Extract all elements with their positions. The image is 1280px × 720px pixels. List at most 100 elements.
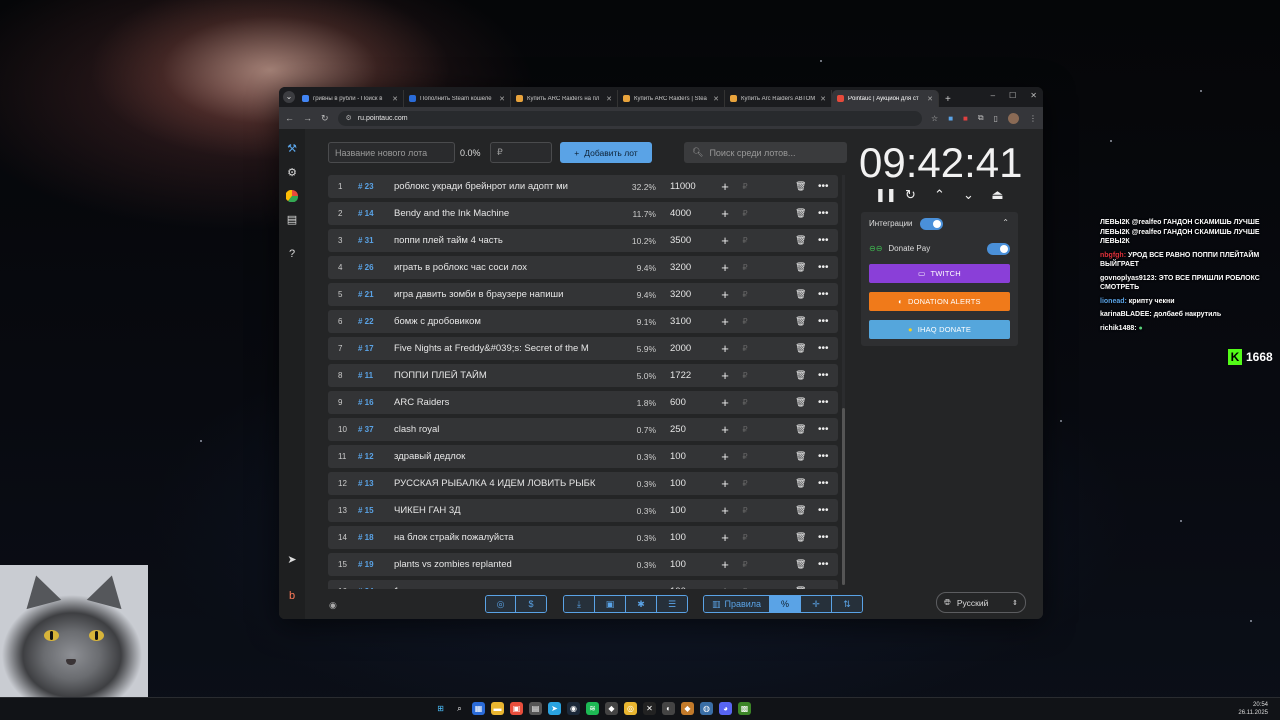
rub-input[interactable]: ₽ (738, 533, 752, 542)
tab-close-icon[interactable]: ✕ (927, 95, 933, 103)
rub-input[interactable]: ₽ (738, 209, 752, 218)
delete-trash-icon[interactable]: 🗑︎ (795, 532, 806, 543)
lot-id[interactable]: # 12 (358, 452, 394, 461)
lot-name[interactable]: ПОППИ ПЛЕЙ ТАЙМ (394, 370, 616, 381)
lot-row[interactable]: 8 # 11 ПОППИ ПЛЕЙ ТАЙМ 5.0% 1722 + ₽ 🗑︎ ••• (328, 364, 838, 387)
lot-name[interactable]: 1 час укради украинского танка (394, 586, 616, 589)
delete-trash-icon[interactable]: 🗑︎ (795, 181, 806, 192)
lot-name[interactable]: ЧИКЕН ГАН 3Д (394, 505, 616, 516)
browser-tab[interactable]: гривны в рубли - Поиск в ✕ (297, 90, 404, 107)
add-sum-plus-icon[interactable]: + (712, 368, 738, 383)
more-options-icon[interactable]: ••• (818, 397, 829, 408)
wheel-chart-icon[interactable] (285, 189, 299, 203)
eye-icon[interactable]: ◉ (329, 600, 337, 611)
close-icon[interactable]: ✕ (1030, 91, 1037, 100)
rub-input[interactable]: ₽ (738, 452, 752, 461)
delete-trash-icon[interactable]: 🗑︎ (795, 235, 806, 246)
add-sum-plus-icon[interactable]: + (712, 179, 738, 194)
integrations-toggle[interactable] (920, 218, 943, 230)
lot-sum[interactable]: 11000 (656, 181, 700, 192)
discord-icon[interactable]: ◕ (719, 702, 732, 715)
twitch-button[interactable]: ▭ TWITCH (869, 264, 1010, 283)
add-sum-plus-icon[interactable]: + (712, 557, 738, 572)
auction-hammer-icon[interactable]: ⚒ (285, 141, 299, 155)
more-options-icon[interactable]: ••• (818, 451, 829, 462)
bookmark-star-icon[interactable]: ☆ (931, 114, 938, 123)
delete-trash-icon[interactable]: 🗑︎ (795, 262, 806, 273)
tab-close-icon[interactable]: ✕ (820, 95, 826, 103)
dollar-icon[interactable]: $ (516, 596, 546, 612)
lot-id[interactable]: # 15 (358, 506, 394, 515)
lot-name[interactable]: ARC Raiders (394, 397, 616, 408)
reset-icon[interactable]: ↻ (904, 187, 917, 203)
url-field[interactable]: ⚙ ru.pointauc.com (337, 110, 923, 126)
more-options-icon[interactable]: ••• (818, 208, 829, 219)
language-select[interactable]: 🌐︎ Русский ⇕ (936, 592, 1026, 613)
delete-trash-icon[interactable]: 🗑︎ (795, 559, 806, 570)
lot-name[interactable]: поппи плей тайм 4 часть (394, 235, 616, 246)
lot-row[interactable]: 5 # 21 игра давить зомби в браузере напиши… (328, 283, 838, 306)
chrome-icon[interactable]: ◎ (624, 702, 637, 715)
lot-row[interactable]: 3 # 31 поппи плей тайм 4 часть 10.2% 3500 + ₽ 🗑… (328, 229, 838, 252)
reload-icon[interactable]: ↻ (321, 113, 329, 124)
donation-alerts-button[interactable]: ◐ DONATION ALERTS (869, 292, 1010, 311)
lot-id[interactable]: # 14 (358, 209, 394, 218)
lot-sum[interactable]: 3100 (656, 316, 700, 327)
lot-name-input[interactable]: Название нового лота (328, 142, 455, 163)
lot-id[interactable]: # 22 (358, 317, 394, 326)
lot-id[interactable]: # 19 (358, 560, 394, 569)
lot-name[interactable]: clash royal (394, 424, 616, 435)
more-options-icon[interactable]: ••• (818, 343, 829, 354)
lot-row[interactable]: 16# 241 час укради украинского танка0.3%… (328, 580, 838, 589)
lot-search-input[interactable]: 🔍︎ Поиск среди лотов... (684, 142, 847, 163)
lot-row[interactable]: 4 # 26 играть в роблокс час соси лох 9.4% 32… (328, 256, 838, 279)
delete-trash-icon[interactable]: 🗑︎ (795, 289, 806, 300)
lot-row[interactable]: 10 # 37 clash royal 0.7% 250 + ₽ 🗑︎ ••• (328, 418, 838, 441)
file-explorer-icon[interactable]: ▬ (491, 702, 504, 715)
lot-id[interactable]: # 11 (358, 371, 394, 380)
lot-id[interactable]: # 16 (358, 398, 394, 407)
lot-name[interactable]: Bendy and the Ink Machine (394, 208, 616, 219)
more-options-icon[interactable]: ••• (818, 235, 829, 246)
tab-close-icon[interactable]: ✕ (606, 95, 612, 103)
rub-input[interactable]: ₽ (738, 263, 752, 272)
help-icon[interactable]: ? (285, 247, 299, 261)
lot-name[interactable]: роблокс укради брейнрот или адопт ми (394, 181, 616, 192)
lot-id[interactable]: # 18 (358, 533, 394, 542)
pause-icon[interactable]: ❚❚ (875, 187, 897, 203)
more-options-icon[interactable]: ••• (818, 586, 829, 589)
lot-name[interactable]: РУССКАЯ РЫБАЛКА 4 ИДЕМ ЛОВИТЬ РЫБК (394, 478, 616, 489)
percent-toggle-icon[interactable]: % (770, 596, 801, 612)
lot-sum[interactable]: 250 (656, 424, 700, 435)
lot-row[interactable]: 13 # 15 ЧИКЕН ГАН 3Д 0.3% 100 + ₽ 🗑︎ ••• (328, 499, 838, 522)
windows-start-icon[interactable]: ⊞ (434, 702, 447, 715)
browser-tab[interactable]: Купить ARC Raiders | Stea ✕ (618, 90, 725, 107)
rub-input[interactable]: ₽ (738, 587, 752, 589)
rub-input[interactable]: ₽ (738, 506, 752, 515)
more-options-icon[interactable]: ••• (818, 424, 829, 435)
telegram-icon[interactable]: ➤ (285, 552, 299, 566)
rub-input[interactable]: ₽ (738, 560, 752, 569)
lot-name[interactable]: играть в роблокс час соси лох (394, 262, 616, 273)
browser-tab[interactable]: Купить Arc Raiders АВТОМ ✕ (725, 90, 832, 107)
extension-icon[interactable]: ■ (948, 114, 953, 123)
ihaq-donate-button[interactable]: ● IHAQ DONATE (869, 320, 1010, 339)
clipboard-icon[interactable]: ▤ (285, 212, 299, 226)
lot-list-scrollbar[interactable] (842, 175, 845, 585)
rub-input[interactable]: ₽ (738, 317, 752, 326)
split-icon[interactable]: ✛ (801, 596, 832, 612)
rub-input[interactable]: ₽ (738, 425, 752, 434)
chevron-up-icon[interactable]: ⌃ (933, 187, 946, 203)
tab-close-icon[interactable]: ✕ (392, 95, 398, 103)
add-sum-plus-icon[interactable]: + (712, 503, 738, 518)
lot-name[interactable]: на блок страйк пожалуйста (394, 532, 616, 543)
telegram-taskbar-icon[interactable]: ➤ (548, 702, 561, 715)
lot-sum[interactable]: 3200 (656, 289, 700, 300)
lot-sum-input[interactable]: ₽ (490, 142, 552, 163)
delete-trash-icon[interactable]: 🗑︎ (795, 505, 806, 516)
app-icon[interactable]: ▣ (510, 702, 523, 715)
taskbar-search-icon[interactable]: ⌕ (453, 702, 466, 715)
lot-id[interactable]: # 37 (358, 425, 394, 434)
eject-icon[interactable]: ⏏ (991, 187, 1004, 203)
rub-input[interactable]: ₽ (738, 290, 752, 299)
